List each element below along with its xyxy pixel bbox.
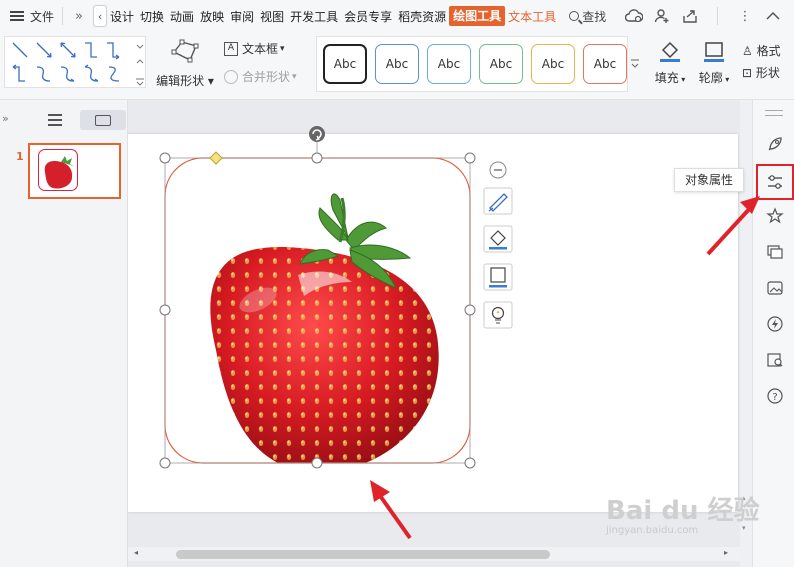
shape-style-2[interactable]: Abc <box>375 44 419 84</box>
format-brush-button[interactable]: ♙ 格式 <box>742 40 794 62</box>
brush-icon: ♙ <box>742 44 753 58</box>
line-shapes-gallery[interactable] <box>4 36 146 88</box>
search-icon <box>569 11 580 21</box>
more-chevron-icon <box>631 59 639 68</box>
outline-icon <box>704 42 724 62</box>
sidebar-grip[interactable] <box>765 110 783 116</box>
quick-outline-button[interactable] <box>483 263 513 291</box>
collapse-tools-button[interactable] <box>489 161 507 179</box>
tab-review[interactable]: 审阅 <box>227 8 257 25</box>
tab-docer[interactable]: 稻壳资源 <box>395 8 449 25</box>
ribbon-toolbar: 编辑形状 ▾ A 文本框 ▾ 合并形状 ▾ Abc Abc Abc Abc Ab… <box>0 32 794 100</box>
scroll-left-arrow-icon[interactable]: ◂ <box>134 548 138 557</box>
edit-shape-label: 编辑形状 <box>156 74 205 88</box>
shape-effect-button[interactable]: ⊡ 形状 <box>742 62 794 84</box>
line-shapes-icon <box>12 42 144 86</box>
tab-slideshow[interactable]: 放映 <box>197 8 227 25</box>
fill-label: 填充 <box>654 71 679 85</box>
textbox-button[interactable]: A 文本框 ▾ <box>224 40 285 57</box>
annotation-arrow-canvas <box>370 480 412 540</box>
format-effects-column: ♙ 格式 ⊡ 形状 <box>742 40 794 84</box>
menu-divider-right <box>717 7 718 25</box>
help-icon[interactable]: ? <box>765 386 785 406</box>
add-user-icon[interactable] <box>653 7 671 25</box>
scroll-tabs-left-button[interactable]: ‹ <box>93 5 108 27</box>
shape-style-5[interactable]: Abc <box>531 44 575 84</box>
selected-shape-overlay <box>159 126 513 540</box>
paint-bucket-icon <box>660 41 680 62</box>
lightning-icon[interactable] <box>765 314 785 334</box>
tab-member[interactable]: 会员专享 <box>341 8 395 25</box>
shape-style-3[interactable]: Abc <box>427 44 471 84</box>
collapse-ribbon-icon[interactable] <box>764 7 782 25</box>
merge-shape-label: 合并形状 <box>242 70 291 84</box>
tab-text-tools[interactable]: 文本工具 <box>505 8 559 25</box>
effect-icon: ⊡ <box>742 66 753 80</box>
horizontal-scrollbar[interactable]: ◂ ▸ <box>128 547 740 561</box>
styles-more-button[interactable] <box>628 36 642 92</box>
watermark-brand: Bai du 经验 <box>606 496 760 526</box>
hamburger-icon <box>10 11 24 21</box>
dropdown-arrow-icon: ▾ <box>280 43 285 54</box>
share-icon[interactable] <box>681 7 699 25</box>
merge-shape-icon <box>224 69 238 84</box>
rocket-icon[interactable] <box>765 134 785 154</box>
double-chevron-icon[interactable]: » <box>71 9 87 24</box>
quick-effect-button[interactable] <box>483 301 513 329</box>
wps-presentation-window: 文件 » ‹ 设计 切换 动画 放映 审阅 视图 开发工具 会员专享 稻壳资源 … <box>0 0 794 567</box>
edit-shape-button[interactable]: 编辑形状 ▾ <box>154 38 216 90</box>
tab-transition[interactable]: 切换 <box>137 8 167 25</box>
search-label: 查找 <box>582 9 607 24</box>
book-search-icon[interactable] <box>765 350 785 370</box>
file-menu[interactable]: 文件 <box>0 0 54 32</box>
fill-button[interactable]: 填充 ▾ <box>650 40 690 86</box>
more-options-icon[interactable]: ⋮ <box>736 7 754 25</box>
textbox-label: 文本框 <box>242 42 279 56</box>
merge-shape-button[interactable]: 合并形状 ▾ <box>224 68 297 85</box>
shape-style-1[interactable]: Abc <box>323 44 367 84</box>
dropdown-arrow-icon: ▾ <box>292 71 297 82</box>
window-actions: ⋮ <box>625 7 794 25</box>
shape-effect-label: 形状 <box>755 66 780 80</box>
star-animation-icon[interactable] <box>765 206 785 226</box>
tab-drawing-tools[interactable]: 绘图工具 <box>449 6 506 26</box>
svg-text:?: ? <box>772 392 777 403</box>
slide-view-icon <box>95 114 111 126</box>
search-button[interactable]: 查找 <box>569 8 606 25</box>
strawberry-image[interactable] <box>165 158 470 472</box>
slide-transition-icon[interactable] <box>765 242 785 262</box>
thumbnail-strawberry <box>38 149 78 191</box>
cloud-sync-icon[interactable] <box>625 7 643 25</box>
edit-shape-icon <box>171 39 199 63</box>
slide-number: 1 <box>16 150 24 163</box>
tab-developer[interactable]: 开发工具 <box>287 8 341 25</box>
scroll-right-arrow-icon[interactable]: ▸ <box>724 548 728 557</box>
image-tools-icon[interactable] <box>765 278 785 298</box>
shape-style-4[interactable]: Abc <box>479 44 523 84</box>
shape-style-6[interactable]: Abc <box>583 44 627 84</box>
format-brush-label: 格式 <box>756 44 781 58</box>
file-menu-label: 文件 <box>30 9 55 24</box>
object-properties-tooltip: 对象属性 <box>674 168 744 192</box>
textbox-icon: A <box>224 41 238 56</box>
tab-view[interactable]: 视图 <box>257 8 287 25</box>
shape-styles-gallery: Abc Abc Abc Abc Abc Abc <box>316 36 628 92</box>
slide-thumbnail[interactable] <box>28 143 121 199</box>
object-properties-icon[interactable] <box>765 172 785 192</box>
slide-thumbnail-pane: » 1 <box>0 100 128 567</box>
tab-design[interactable]: 设计 <box>107 8 137 25</box>
slide-view-button[interactable] <box>80 110 126 130</box>
outline-button[interactable]: 轮廓 ▾ <box>694 40 734 86</box>
baidu-watermark: Bai du 经验 jingyan.baidu.com <box>606 490 760 536</box>
quick-tools-bar <box>483 161 513 329</box>
quick-style-button[interactable] <box>483 187 513 215</box>
outline-label: 轮廓 <box>698 71 723 85</box>
horizontal-scroll-thumb[interactable] <box>176 550 550 559</box>
menu-divider <box>62 7 64 25</box>
quick-fill-button[interactable] <box>483 225 513 253</box>
menu-bar: 文件 » ‹ 设计 切换 动画 放映 审阅 视图 开发工具 会员专享 稻壳资源 … <box>0 0 794 32</box>
tab-animation[interactable]: 动画 <box>167 8 197 25</box>
expand-pane-icon[interactable]: » <box>2 112 9 125</box>
outline-view-icon[interactable] <box>48 114 62 126</box>
